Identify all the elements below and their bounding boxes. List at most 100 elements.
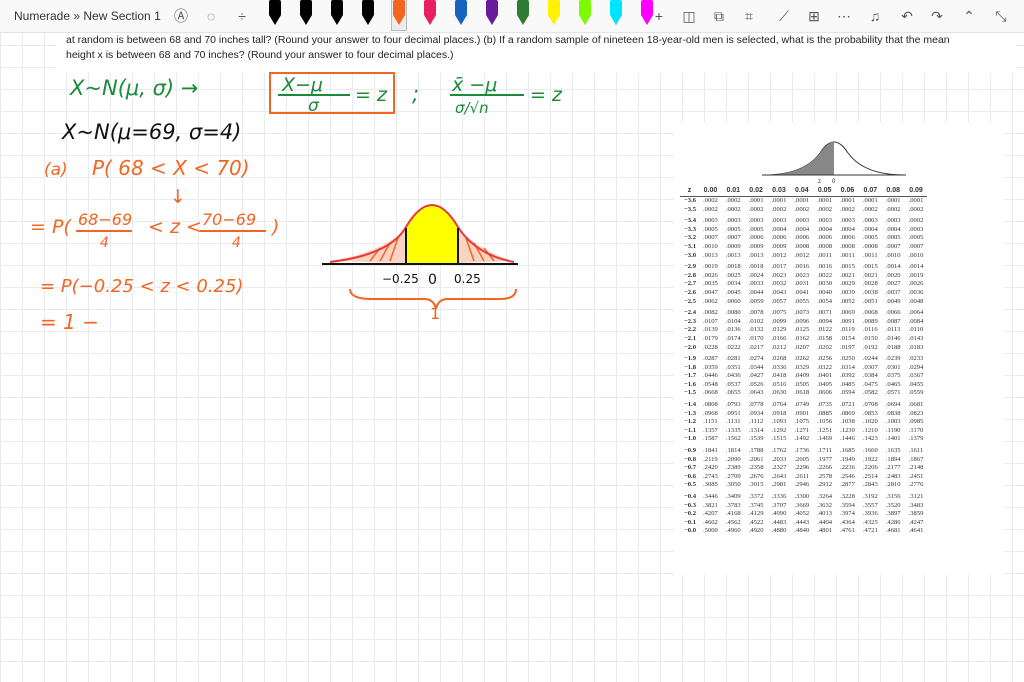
z-table-row: −3.4 .0003 .0003 .0003 .0003 .0003 .0003 .0003.… [680, 214, 927, 226]
pen-6-icon[interactable] [423, 0, 437, 26]
probability-cell: .0418 [771, 372, 787, 380]
z-table-row: −2.2 .0139 .0136 .0132 .0129 .0125 .0122 .0119.… [680, 326, 927, 335]
probability-cell: .0001 [748, 197, 764, 204]
probability-cell: .0002 [908, 217, 924, 225]
probability-cell: .3085 [703, 481, 718, 489]
probability-cell: .0004 [794, 225, 810, 233]
probability-cell: .0110 [908, 326, 924, 334]
probability-cell: .3897 [885, 510, 901, 518]
z-value-cell: −1.4 [684, 401, 696, 409]
more-options-icon[interactable]: ⋯ [835, 7, 853, 25]
pen-4-icon[interactable] [361, 0, 375, 26]
probability-cell: .4052 [794, 510, 810, 518]
z-value-cell: −2.4 [684, 309, 696, 317]
redo-icon[interactable]: ↷ [928, 7, 946, 25]
add-pen-icon[interactable]: + [650, 7, 668, 25]
probability-cell: .0294 [908, 363, 924, 371]
pen-5-icon[interactable] [391, 0, 407, 31]
probability-cell: .3300 [794, 493, 810, 500]
z-value-cell: −3.5 [684, 205, 696, 213]
probability-cell: .0024 [748, 271, 764, 279]
bell-icon[interactable]: ♫ [866, 7, 884, 25]
probability-cell: .0329 [794, 363, 810, 371]
undo-icon[interactable]: ↶ [898, 7, 916, 25]
probability-cell: .2514 [862, 472, 878, 480]
fullscreen-icon[interactable]: ⤡ [992, 7, 1010, 25]
probability-cell: .2810 [885, 481, 901, 489]
probability-cell: .0040 [817, 288, 833, 296]
shapes-icon[interactable]: ◫ [680, 7, 698, 25]
probability-cell: .0122 [817, 326, 833, 334]
ink-to-text-icon[interactable]: ⊞ [805, 7, 823, 25]
z-table-row: −1.7 .0446 .0436 .0427 .0418 .0409 .0401 .0392.… [680, 372, 927, 381]
probability-cell: .0011 [817, 251, 832, 259]
z-table-col-header: 0.09 [904, 185, 928, 197]
add-space-icon[interactable]: ÷ [233, 7, 251, 25]
lasso-icon[interactable]: ◌ [202, 7, 220, 25]
probability-cell: .4090 [771, 510, 787, 518]
probability-cell: .0764 [771, 401, 787, 409]
probability-cell: .0060 [725, 297, 741, 305]
pen-12-icon[interactable] [609, 0, 623, 26]
probability-cell: .0003 [703, 217, 718, 225]
probability-cell: .2206 [862, 464, 878, 472]
probability-cell: .0004 [817, 225, 833, 233]
probability-cell: .3372 [748, 493, 764, 500]
probability-cell: .1894 [885, 455, 901, 463]
probability-cell: .0808 [703, 401, 718, 409]
probability-cell: .0985 [908, 418, 924, 426]
step1-frac2-num: 70−69 [202, 210, 256, 229]
text-tool-icon[interactable]: Ⓐ [172, 7, 190, 25]
probability-cell: .0001 [862, 197, 878, 204]
math-icon[interactable]: ⧉ [710, 7, 728, 25]
probability-cell: .0005 [862, 234, 878, 242]
probability-cell: .0073 [794, 309, 810, 317]
probability-cell: .0392 [840, 372, 855, 380]
probability-cell: .0968 [703, 409, 718, 417]
probability-cell: .0823 [908, 409, 924, 417]
notebook-page[interactable]: at random is between 68 and 70 inches ta… [0, 33, 1024, 682]
pen-7-icon[interactable] [454, 0, 468, 26]
probability-cell: .0003 [771, 217, 787, 225]
probability-cell: .0174 [725, 334, 741, 342]
probability-cell: .0003 [748, 217, 764, 225]
probability-cell: .0019 [908, 271, 924, 279]
z-table-row: −0.6 .2743 .2709 .2676 .2643 .2611 .2578 .2546.… [680, 473, 927, 482]
probability-cell: .0002 [748, 205, 764, 213]
pen-3-icon[interactable] [330, 0, 344, 26]
probability-cell: .3632 [817, 501, 833, 509]
probability-cell: .0062 [703, 297, 718, 305]
probability-cell: .0003 [794, 217, 810, 225]
probability-cell: .0002 [862, 205, 878, 213]
breadcrumb[interactable]: Numerade » New Section 1 [14, 9, 161, 23]
probability-cell: .0322 [817, 363, 833, 371]
ink-to-shape-icon[interactable]: ⌗ [740, 7, 758, 25]
probability-cell: .0029 [840, 280, 855, 288]
probability-cell: .0793 [725, 401, 741, 409]
probability-cell: .1685 [840, 447, 855, 455]
probability-cell: .0069 [840, 309, 855, 317]
pen-2-icon[interactable] [299, 0, 313, 26]
probability-cell: .1736 [794, 447, 810, 455]
ruler-icon[interactable]: ⟋ [775, 7, 793, 25]
z-table-row: −1.5 .0668 .0655 .0643 .0630 .0618 .0606 .0594.… [680, 389, 927, 398]
probability-cell: .1949 [840, 455, 855, 463]
pen-9-icon[interactable] [516, 0, 530, 26]
probability-cell: .0007 [908, 242, 924, 250]
probability-cell: .0013 [748, 251, 764, 259]
pen-1-icon[interactable] [268, 0, 282, 26]
collapse-icon[interactable]: ⌃ [960, 7, 978, 25]
probability-cell: .0125 [794, 326, 810, 334]
pen-11-icon[interactable] [578, 0, 592, 26]
probability-cell: .0026 [908, 280, 924, 288]
probability-cell: .2148 [908, 464, 924, 472]
curve-zero-label: 0 [832, 179, 836, 183]
pen-10-icon[interactable] [547, 0, 561, 26]
z-value-cell: −2.9 [684, 263, 696, 271]
probability-cell: .1379 [908, 435, 924, 443]
probability-cell: .0026 [703, 271, 718, 279]
probability-cell: .2033 [771, 455, 787, 463]
probability-cell: .0031 [794, 280, 810, 288]
probability-cell: .0036 [908, 288, 924, 296]
pen-8-icon[interactable] [485, 0, 499, 26]
